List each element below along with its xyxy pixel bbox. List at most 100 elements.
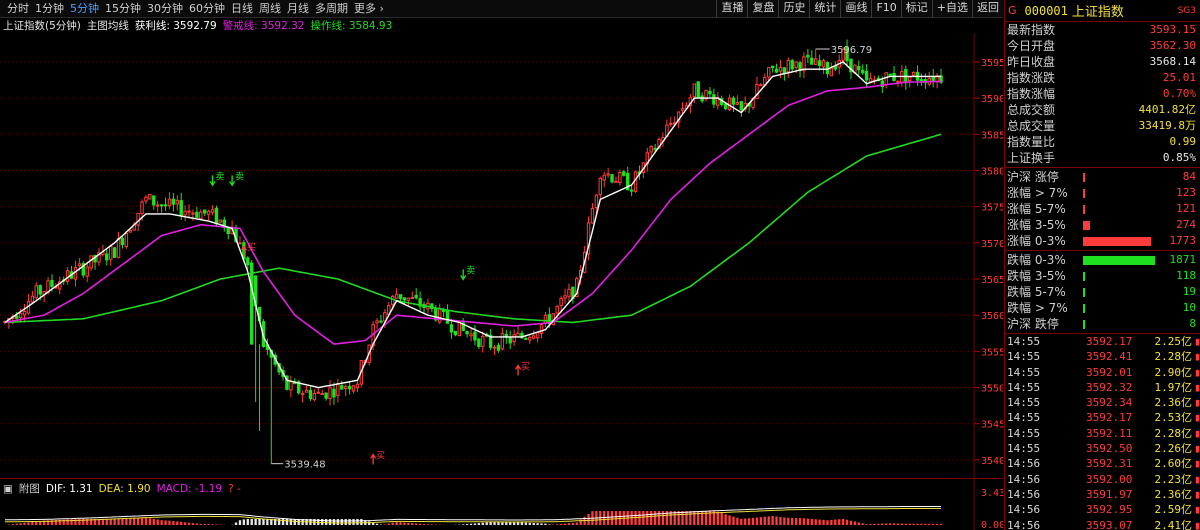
distribution-row[interactable]: 沪深 涨停 84	[1005, 169, 1200, 185]
candle-body	[911, 71, 916, 76]
candle-body	[884, 72, 888, 86]
tool-button-1[interactable]: 复盘	[747, 0, 778, 18]
tick-price: 3592.32	[1085, 380, 1133, 394]
stat-value: 3593.15	[1149, 23, 1196, 36]
tool-button-3[interactable]: 统计	[809, 0, 840, 18]
period-tab-7[interactable]: 周线	[256, 2, 284, 16]
period-toolbar: 分时 1分钟 5分钟 15分钟 30分钟 60分钟 日线 周线 月线 多周期 更多 › 直播 复盘 历史…	[0, 0, 1003, 18]
stat-row: 指数量比 0.99	[1005, 134, 1200, 150]
distribution-row[interactable]: 跌幅 0-3% 1871	[1005, 252, 1200, 268]
period-tab-9[interactable]: 多周期	[312, 2, 351, 16]
candle-body	[148, 194, 152, 200]
distribution-row[interactable]: 跌幅 3-5% 118	[1005, 268, 1200, 284]
sell-arrow	[209, 175, 216, 187]
candle-body	[398, 294, 403, 300]
distribution-row[interactable]: 涨幅 3-5% 274	[1005, 217, 1200, 233]
op-line-label: 操作线: 3584.93	[310, 20, 393, 32]
candle-body	[73, 267, 78, 280]
tick-volume: 2.26亿	[1154, 442, 1193, 456]
candle-body	[140, 201, 144, 215]
ma-label[interactable]: 主图均线	[87, 19, 129, 33]
candle-body	[888, 73, 892, 76]
tool-button-6[interactable]: 标记	[900, 0, 932, 18]
buy-signal: 买	[370, 450, 385, 465]
period-tab-10[interactable]: 更多 ›	[351, 2, 387, 16]
period-tab-2[interactable]: 5分钟	[67, 2, 102, 16]
macd-top-label: 3.43	[981, 488, 1003, 499]
tick-row: 14:56 3593.07 2.41亿 ▮	[1005, 518, 1200, 530]
candle-body	[187, 210, 191, 213]
distribution-label: 跌幅 0-3%	[1007, 253, 1066, 267]
candlestick-chart[interactable]: 3540 3545 3550 3555 3560 3565 3570 3575 3580 3585…	[0, 33, 1003, 478]
period-tab-4[interactable]: 30分钟	[144, 2, 186, 16]
buy-signal-label: 买	[247, 242, 256, 253]
tick-flag: ▮	[1194, 335, 1200, 348]
candle-body	[238, 242, 242, 245]
candle-body	[246, 257, 250, 266]
period-tab-8[interactable]: 月线	[284, 2, 312, 16]
distribution-row[interactable]: 跌幅 5-7% 19	[1005, 284, 1200, 300]
period-tab-3[interactable]: 15分钟	[102, 2, 144, 16]
candle-body	[214, 207, 219, 225]
stat-row: 总成交额 4401.82亿	[1005, 102, 1200, 118]
candle-body	[347, 385, 352, 390]
distribution-label: 跌幅 3-5%	[1007, 269, 1066, 283]
tool-button-4[interactable]: 画线	[840, 0, 871, 18]
period-tabs: 分时 1分钟 5分钟 15分钟 30分钟 60分钟 日线 周线 月线 多周期 更多 ›	[4, 2, 387, 16]
period-tab-6[interactable]: 日线	[228, 2, 256, 16]
tick-flag: ▮	[1194, 365, 1200, 379]
tick-flag: ▮	[1194, 487, 1200, 501]
candle-body	[759, 84, 763, 87]
candle-body	[144, 196, 148, 202]
candle-body	[543, 314, 548, 324]
candle-body	[289, 381, 293, 391]
stat-row: 上证换手 0.85%	[1005, 150, 1200, 166]
distribution-label: 沪深 跌停	[1007, 317, 1059, 331]
tick-flag: ▮	[1194, 457, 1200, 471]
distribution-row[interactable]: 涨幅 5-7% 121	[1005, 201, 1200, 217]
distribution-count: 19	[1182, 285, 1196, 298]
stat-value: 0.99	[1169, 135, 1197, 148]
tool-button-2[interactable]: 历史	[778, 0, 809, 18]
candle-body	[85, 266, 89, 277]
distribution-row[interactable]: 跌幅 > 7% 10	[1005, 300, 1200, 316]
candle-body	[316, 391, 321, 394]
candle-body	[712, 94, 716, 105]
tick-row: 14:56 3592.31 2.60亿 ▮	[1005, 456, 1200, 471]
period-tab-0[interactable]: 分时	[4, 2, 32, 16]
tick-list[interactable]: 14:55 3592.17 2.25亿 ▮ 14:55 3592.41 2.28亿 ▮ 14:5…	[1005, 334, 1200, 530]
distribution-row[interactable]: 涨幅 > 7% 123	[1005, 185, 1200, 201]
candle-body	[457, 321, 462, 337]
stat-value: 25.01	[1162, 71, 1196, 84]
distribution-row[interactable]: 涨幅 0-3% 1773	[1005, 233, 1200, 249]
candle-body	[931, 76, 935, 82]
sub-panel-icon[interactable]: ▣	[3, 482, 13, 496]
y-tick-label: 3540	[981, 456, 1003, 467]
candle-body	[508, 336, 512, 344]
candle-body	[786, 59, 791, 73]
tick-time: 14:55	[1007, 380, 1041, 394]
buy-signal-label: 买	[521, 361, 530, 372]
tool-button-0[interactable]: 直播	[716, 0, 747, 18]
candle-body	[680, 108, 685, 111]
period-tab-1[interactable]: 1分钟	[32, 2, 67, 16]
tool-button-8[interactable]: 返回	[972, 0, 1003, 18]
tool-button-7[interactable]: +自选	[931, 0, 972, 18]
candle-body	[727, 97, 732, 111]
candle-body	[739, 101, 744, 111]
distribution-row[interactable]: 沪深 跌停 8	[1005, 316, 1200, 332]
period-tab-5[interactable]: 60分钟	[186, 2, 228, 16]
candle-body	[692, 83, 697, 98]
distribution-bar	[1083, 272, 1086, 281]
candle-body	[195, 211, 199, 218]
stat-label: 上证换手	[1007, 151, 1056, 165]
group-marker[interactable]: G	[1008, 4, 1017, 17]
tool-button-5[interactable]: F10	[871, 0, 900, 18]
candle-body	[171, 198, 176, 205]
candle-body	[563, 295, 567, 299]
candle-body	[696, 81, 700, 98]
candle-body	[723, 103, 728, 110]
sub-panel-title[interactable]: 附图	[19, 482, 40, 496]
tick-flag: ▮	[1194, 380, 1200, 394]
candle-body	[406, 297, 411, 301]
